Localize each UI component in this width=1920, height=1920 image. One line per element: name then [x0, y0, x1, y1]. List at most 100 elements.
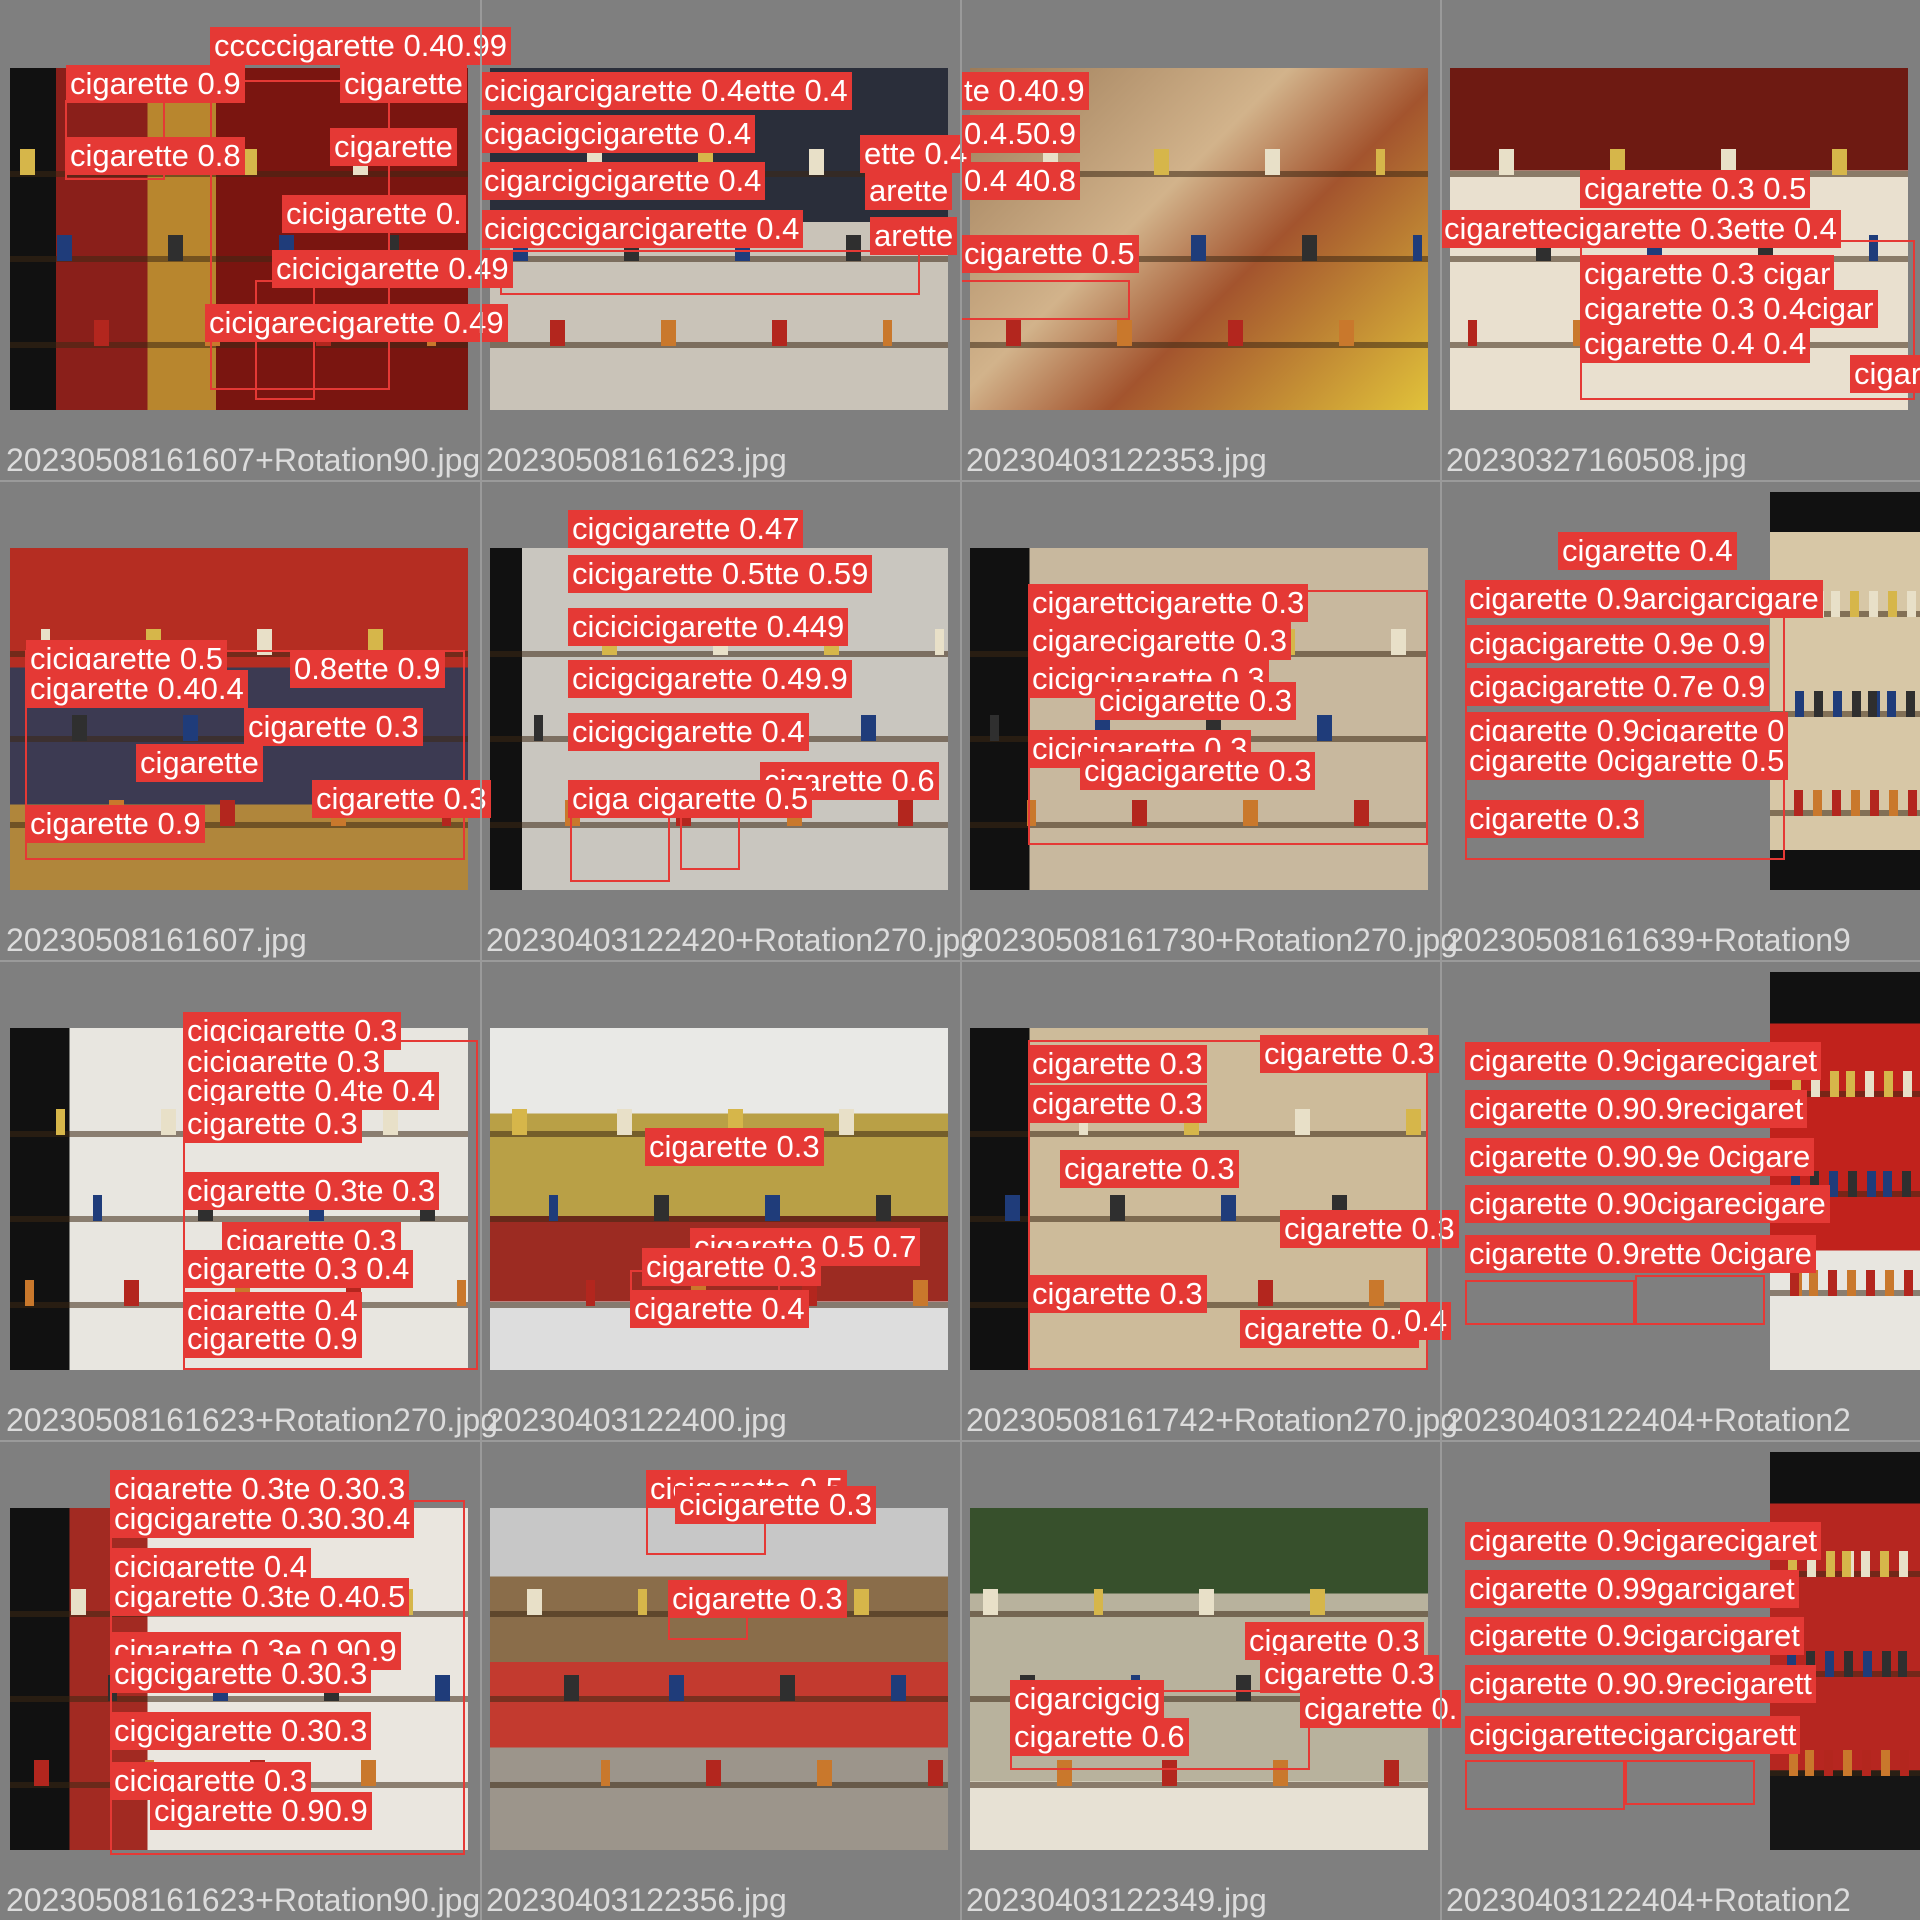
detection-label: cigarette 0.4 [630, 1290, 809, 1328]
tile-filename: 20230508161623+Rotation90.jpg [6, 1882, 481, 1918]
detection-label: cigarette 0.4 0.4 [1580, 325, 1811, 363]
detection-label: cigarette 0.90cigarecigare [1465, 1185, 1830, 1223]
mosaic-grid: cccccigarette 0.40.99 cigarette 0.9 cigare… [0, 0, 1920, 1920]
detection-box [1465, 1280, 1635, 1325]
detection-box [960, 280, 1130, 320]
detection-label: cigarette 0.3 [645, 1128, 824, 1166]
detection-label: cigarettcigarette 0.3 [1028, 584, 1309, 622]
detection-box [1635, 1275, 1765, 1325]
detection-label: cigarette 0.3 0.4cigar [1580, 290, 1878, 328]
tile-filename: 20230508161607.jpg [6, 922, 307, 958]
detection-label: cigar [1850, 355, 1920, 393]
detection-label: cicigarcigarette 0.4ette 0.4 [480, 72, 852, 110]
detection-label: cicigcigarette 0.49.9 [568, 660, 852, 698]
tile-photo [1770, 492, 1920, 890]
tile-filename: 20230327160508.jpg [1446, 442, 1747, 478]
detection-label: cicigarette 0.3 [675, 1486, 876, 1524]
detection-box [500, 250, 920, 295]
detection-label: cccccigarette 0.40.99 [210, 27, 511, 65]
detection-label: cigacigarette 0.9e 0.9 [1465, 625, 1770, 663]
detection-box [1625, 1760, 1755, 1805]
detection-label: cigarette 0.5 [960, 235, 1139, 273]
detection-label: cigarette 0.90.9recigarett [1465, 1665, 1816, 1703]
tile-filename: 20230508161623+Rotation270.jpg [6, 1402, 499, 1438]
tile-filename: 20230508161742+Rotation270.jpg [966, 1402, 1459, 1438]
detection-label: cigarette 0cigarette 0.5 [1465, 742, 1789, 780]
detection-label: cigarette [340, 65, 467, 103]
detection-label: 0.4.50.9 [960, 115, 1081, 153]
detection-label: cigarette 0.90.9e 0cigare [1465, 1138, 1815, 1176]
detection-label: cigarette [136, 744, 263, 782]
detection-label: arette [870, 217, 958, 255]
detection-label: cigarette 0.3 [1028, 1275, 1207, 1313]
image-tile: cigarette 0.4 cigarette 0.9arcigarcigare c… [1440, 480, 1920, 960]
tile-photo [490, 1508, 948, 1850]
detection-label: cigarette 0.3 [668, 1580, 847, 1618]
detection-label: cicigarecigarette 0.49 [205, 304, 508, 342]
detection-label: cigarette 0.99garcigaret [1465, 1570, 1799, 1608]
detection-label: cigcigarette 0.47 [568, 510, 804, 548]
detection-label: cigarette 0.3 0.5 [1580, 170, 1811, 208]
detection-label: ette 0.4 [860, 135, 972, 173]
detection-label: cigarette 0.3 [244, 708, 423, 746]
image-tile: te 0.40.9 0.4.50.9 0.4 40.8 cigarette 0.5 20… [960, 0, 1440, 480]
detection-label: cigarette 0.4 [1558, 532, 1737, 570]
detection-label: 0.4 40.8 [960, 162, 1081, 200]
detection-label: cigarette [330, 128, 457, 166]
detection-label: cigarette 0.3 [642, 1248, 821, 1286]
detection-label: cigacigcigarette 0.4 [480, 115, 756, 153]
detection-label: te 0.40.9 [960, 72, 1089, 110]
image-tile: cicigarette 0.5cicigarette 0.3cigarette … [480, 1440, 960, 1920]
tile-filename: 20230508161623.jpg [486, 442, 787, 478]
tile-filename: 20230403122349.jpg [966, 1882, 1267, 1918]
tile-filename: 20230508161607+Rotation90.jpg [6, 442, 481, 478]
detection-label: cicigarette 0.5tte 0.59 [568, 555, 873, 593]
tile-filename: 20230403122404+Rotation2 [1446, 1402, 1851, 1438]
image-tile: cicigarette 0.5 cigarette 0.40.4 0.8ette 0… [0, 480, 491, 960]
detection-label: cigarette 0.90.9recigaret [1465, 1090, 1808, 1128]
detection-label: cigarette 0.3te 0.40.5 [110, 1578, 410, 1616]
detection-label: cigarette 0.3 [1028, 1045, 1207, 1083]
detection-label: cigarette 0.3 [1060, 1150, 1239, 1188]
detection-label: cigarette 0.3te 0.3 [183, 1172, 440, 1210]
detection-label: cigarette 0.3 cigar [1580, 255, 1835, 293]
grid-divider-horizontal [0, 960, 1920, 962]
detection-label: cigarette 0.3 [1280, 1210, 1459, 1248]
detection-label: cigarette 0.3 [183, 1105, 362, 1143]
detection-label: cigarette 0.3 [1028, 1085, 1207, 1123]
tile-filename: 20230403122404+Rotation2 [1446, 1882, 1851, 1918]
detection-label: cicicicigarette 0.449 [568, 608, 849, 646]
detection-label: cigarette 0.9cigarecigaret [1465, 1042, 1822, 1080]
detection-label: cicigarette 0.3 [1095, 682, 1296, 720]
detection-label: cigcigarette 0.30.3 [110, 1655, 372, 1693]
image-tile: cigcigarette 0.47 cicigarette 0.5tte 0.59… [480, 480, 978, 960]
detection-label: cicigarette 0. [282, 195, 466, 233]
image-tile: cigarette 0.9cigarecigaret cigarette 0.99… [1440, 1440, 1920, 1920]
detection-label: cigcigarette 0.30.30.4 [110, 1500, 415, 1538]
detection-label: cigarette 0.3 [1260, 1655, 1439, 1693]
detection-label: cicigccigarcigarette 0.4 [480, 210, 804, 248]
detection-label: cigarcigcig [1010, 1680, 1165, 1718]
detection-label: cigarette 0.9 [66, 65, 245, 103]
detection-label: arette [865, 172, 953, 210]
detection-label: cicicigarette 0.49 [272, 250, 513, 288]
image-tile: cigcigarette 0.3 cicigarette 0.3 cigarette… [0, 960, 498, 1440]
detection-label: cigarette 0.9cigarcigaret [1465, 1617, 1804, 1655]
detection-label: cigarette 0.9 [183, 1320, 362, 1358]
tile-filename: 20230508161730+Rotation270.jpg [966, 922, 1459, 958]
grid-divider-horizontal [0, 1440, 1920, 1442]
detection-label: cigarette 0. [1300, 1690, 1462, 1728]
tile-filename: 20230403122420+Rotation270.jpg [486, 922, 979, 958]
tile-filename: 20230403122353.jpg [966, 442, 1267, 478]
image-tile: cigarette 0.9cigarecigaret cigarette 0.90… [1440, 960, 1920, 1440]
tile-filename: 20230403122356.jpg [486, 1882, 787, 1918]
detection-label: cigcigarette 0.30.3 [110, 1712, 372, 1750]
detection-label: cigacigarette 0.3 [1080, 752, 1316, 790]
detection-label: 0.4 [1400, 1302, 1452, 1340]
detection-label: cigarette 0.9rette 0cigare [1465, 1235, 1816, 1273]
tile-filename: 20230403122400.jpg [486, 1402, 787, 1438]
detection-label: cigarcigcigarette 0.4 [480, 162, 766, 200]
detection-label: cigarette 0.3 [1465, 800, 1644, 838]
detection-label: cigacigarette 0.7e 0.9 [1465, 668, 1770, 706]
detection-label: cigcigarettecigarcigarett [1465, 1716, 1801, 1754]
